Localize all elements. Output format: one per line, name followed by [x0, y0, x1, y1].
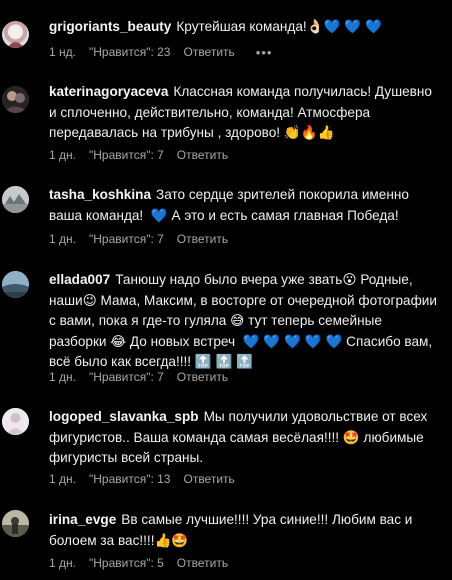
avatar-photo-icon [2, 186, 29, 213]
avatar[interactable] [2, 21, 29, 48]
likes-count[interactable]: "Нравится": 13 [89, 472, 171, 486]
avatar-photo-icon [2, 86, 29, 113]
likes-count[interactable]: "Нравится": 5 [89, 556, 164, 570]
comment-time: 1 дн. [49, 232, 76, 246]
avatar-photo-icon [2, 510, 29, 537]
reply-button[interactable]: Ответить [177, 556, 228, 570]
comment-username[interactable]: logoped_slavanka_spb [49, 409, 199, 424]
avatar[interactable] [2, 86, 29, 113]
comment-username[interactable]: ellada007 [49, 272, 110, 287]
reply-button[interactable]: Ответить [183, 45, 234, 59]
comment-time: 1 дн. [49, 370, 76, 384]
reply-button[interactable]: Ответить [177, 148, 228, 162]
reply-button[interactable]: Ответить [177, 370, 228, 384]
comment-time: 1 дн. [49, 556, 76, 570]
likes-count[interactable]: "Нравится": 7 [89, 148, 164, 162]
comment-username[interactable]: katerinagoryaceva [49, 84, 168, 99]
likes-count[interactable]: "Нравится": 23 [89, 45, 171, 59]
avatar-photo-icon [7, 27, 24, 48]
comment-time: 1 нд. [49, 45, 76, 59]
likes-count[interactable]: "Нравится": 7 [89, 232, 164, 246]
avatar-photo-icon [2, 271, 29, 298]
more-options-icon[interactable]: ••• [256, 45, 273, 60]
comment-time: 1 дн. [49, 472, 76, 486]
comments-list: grigoriants_beauty Крутейшая команда!👌🏻💙 … [0, 0, 452, 580]
avatar[interactable] [2, 271, 29, 298]
comment-username[interactable]: irina_evge [49, 512, 116, 527]
likes-count[interactable]: "Нравится": 7 [89, 370, 164, 384]
comment-username[interactable]: grigoriants_beauty [49, 19, 171, 34]
avatar[interactable] [2, 510, 29, 537]
avatar[interactable] [2, 408, 29, 435]
avatar-photo-icon [2, 408, 29, 435]
reply-button[interactable]: Ответить [177, 232, 228, 246]
comment-text: Крутейшая команда!👌🏻💙 💙 💙 [176, 19, 382, 34]
comment-username[interactable]: tasha_koshkina [49, 187, 151, 202]
comment-time: 1 дн. [49, 148, 76, 162]
reply-button[interactable]: Ответить [183, 472, 234, 486]
avatar[interactable] [2, 186, 29, 213]
